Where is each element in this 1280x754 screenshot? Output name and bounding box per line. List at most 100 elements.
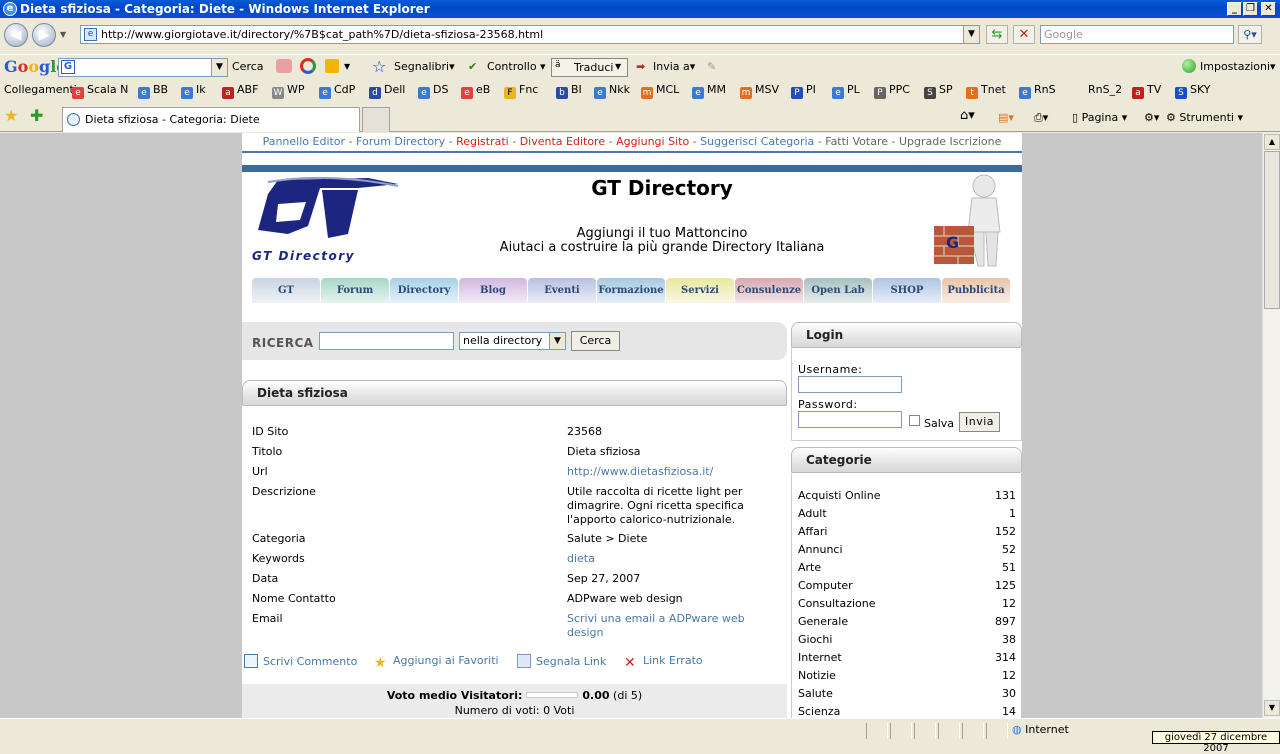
- search-icon[interactable]: ⚲▾: [1238, 25, 1262, 44]
- link-item[interactable]: e PL: [832, 83, 860, 99]
- link-errato[interactable]: ✕ Link Errato: [624, 654, 703, 670]
- segnalibri-button[interactable]: Segnalibri▾: [394, 60, 455, 73]
- link-item[interactable]: m MCL: [641, 83, 679, 99]
- menu-item[interactable]: Consulenze: [735, 278, 803, 303]
- login-submit-button[interactable]: Invia: [959, 412, 1000, 432]
- invia-button[interactable]: Invia a▾: [653, 60, 695, 73]
- link-item[interactable]: b BI: [556, 83, 582, 99]
- category-item[interactable]: Notizie 12: [798, 669, 1016, 682]
- tab-current[interactable]: Dieta sfiziosa - Categoria: Diete: [62, 107, 360, 132]
- home-icon[interactable]: ⌂▾: [960, 108, 975, 123]
- link-item[interactable]: t Tnet: [966, 83, 1006, 99]
- link-suggerisci-categoria[interactable]: Suggerisci Categoria: [700, 135, 814, 148]
- category-item[interactable]: Annunci 52: [798, 543, 1016, 556]
- controllo-button[interactable]: Controllo ▾: [487, 60, 546, 73]
- pagina-menu[interactable]: ▯ Pagina ▾: [1072, 111, 1127, 124]
- link-item[interactable]: S SP: [924, 83, 953, 99]
- category-item[interactable]: Giochi 38: [798, 633, 1016, 646]
- directory-search-input[interactable]: [319, 332, 454, 350]
- vertical-scrollbar[interactable]: ▲ ▼: [1262, 133, 1280, 718]
- keyword-link[interactable]: dieta: [567, 552, 762, 566]
- link-item[interactable]: e Scala N: [72, 83, 128, 99]
- forward-button[interactable]: ▶: [32, 23, 56, 47]
- menu-item[interactable]: GT: [252, 278, 320, 303]
- traduci-dropdown-icon[interactable]: ▼: [615, 62, 621, 71]
- news-icon[interactable]: [276, 59, 292, 73]
- link-upgrade[interactable]: Upgrade Iscrizione: [899, 135, 1001, 148]
- password-field[interactable]: [798, 411, 902, 428]
- stop-button[interactable]: ✕: [1013, 25, 1035, 44]
- scrivi-commento-link[interactable]: Scrivi Commento: [244, 654, 357, 668]
- category-item[interactable]: Affari 152: [798, 525, 1016, 538]
- link-item[interactable]: e CdP: [319, 83, 355, 99]
- link-item[interactable]: m MSV: [740, 83, 779, 99]
- minimize-button[interactable]: _: [1227, 2, 1242, 16]
- link-item[interactable]: F Fnc: [504, 83, 538, 99]
- link-item[interactable]: e MM: [692, 83, 726, 99]
- menu-item[interactable]: Forum: [321, 278, 389, 303]
- menu-item[interactable]: Servizi: [666, 278, 734, 303]
- link-pannello-editor[interactable]: Pannello Editor: [263, 135, 345, 148]
- site-url-link[interactable]: http://www.dietasfiziosa.it/: [567, 465, 762, 479]
- link-item[interactable]: e DS: [418, 83, 448, 99]
- address-bar[interactable]: e http://www.giorgiotave.it/directory/%7…: [80, 25, 980, 44]
- close-button[interactable]: ✕: [1261, 2, 1276, 16]
- traduci-button[interactable]: ä Traduci ▼: [551, 58, 628, 77]
- username-field[interactable]: [798, 376, 902, 393]
- link-item[interactable]: e Nkk: [594, 83, 630, 99]
- back-button[interactable]: ◀: [4, 23, 28, 47]
- refresh-button[interactable]: ⇆: [986, 25, 1008, 44]
- scope-dropdown-icon[interactable]: ▼: [549, 333, 565, 349]
- category-item[interactable]: Adult 1: [798, 507, 1016, 520]
- window-title-bar[interactable]: e Dieta sfiziosa - Categoria: Diete - Wi…: [0, 0, 1280, 18]
- link-diventa-editore[interactable]: Diventa Editore: [520, 135, 605, 148]
- feeds-icon[interactable]: ▤▾: [998, 111, 1014, 124]
- safety-icon[interactable]: ⚙▾: [1144, 111, 1159, 124]
- aggiungi-favoriti-link[interactable]: ★ Aggiungi ai Favoriti: [374, 654, 499, 670]
- link-forum-directory[interactable]: Forum Directory: [356, 135, 445, 148]
- category-item[interactable]: Scienza 14: [798, 705, 1016, 718]
- maximize-button[interactable]: ❐: [1243, 2, 1258, 16]
- picasa-icon[interactable]: [300, 58, 316, 74]
- link-item[interactable]: d Dell: [369, 83, 405, 99]
- history-dropdown-icon[interactable]: ▼: [60, 30, 66, 39]
- category-item[interactable]: Computer 125: [798, 579, 1016, 592]
- category-item[interactable]: Acquisti Online 131: [798, 489, 1016, 502]
- impostazioni-button[interactable]: Impostazioni▾: [1200, 60, 1276, 73]
- strumenti-menu[interactable]: ⚙ Strumenti ▾: [1166, 111, 1243, 124]
- link-registrati[interactable]: Registrati: [456, 135, 509, 148]
- segnala-link[interactable]: Segnala Link: [517, 654, 606, 668]
- google-cerca-button[interactable]: Cerca: [232, 60, 264, 73]
- more-dropdown-icon[interactable]: ▼: [344, 62, 350, 71]
- new-tab-button[interactable]: [362, 107, 390, 132]
- email-link[interactable]: Scrivi una email a ADPware web design: [567, 612, 762, 640]
- category-item[interactable]: Consultazione 12: [798, 597, 1016, 610]
- link-fatti-votare[interactable]: Fatti Votare: [825, 135, 888, 148]
- link-item[interactable]: e Ik: [181, 83, 206, 99]
- pencil-icon[interactable]: ✎: [707, 60, 716, 73]
- link-item[interactable]: a TV: [1132, 83, 1161, 99]
- menu-item[interactable]: SHOP: [873, 278, 941, 303]
- search-input[interactable]: Google: [1040, 25, 1234, 44]
- category-item[interactable]: Salute 30: [798, 687, 1016, 700]
- category-item[interactable]: Arte 51: [798, 561, 1016, 574]
- gt-logo[interactable]: GT Directory: [248, 174, 399, 266]
- link-item[interactable]: e RnS: [1019, 83, 1056, 99]
- link-item[interactable]: a ABF: [222, 83, 258, 99]
- link-item[interactable]: e BB: [138, 83, 168, 99]
- security-zone[interactable]: ◍ Internet: [1012, 723, 1069, 736]
- link-item[interactable]: W WP: [272, 83, 305, 99]
- link-item[interactable]: P PI: [791, 83, 816, 99]
- search-button[interactable]: Cerca: [571, 331, 620, 351]
- menu-item[interactable]: Eventi: [528, 278, 596, 303]
- print-icon[interactable]: ⎙▾: [1034, 111, 1048, 125]
- category-item[interactable]: Generale 897: [798, 615, 1016, 628]
- link-item[interactable]: P PPC: [874, 83, 910, 99]
- menu-item[interactable]: Formazione: [597, 278, 665, 303]
- menu-item[interactable]: Pubblicita: [942, 278, 1010, 303]
- search-scope-select[interactable]: nella directory ▼: [459, 332, 566, 350]
- favorites-star-icon[interactable]: ★: [4, 106, 18, 125]
- menu-item[interactable]: Open Lab: [804, 278, 872, 303]
- scroll-up-icon[interactable]: ▲: [1264, 134, 1280, 150]
- google-search-input[interactable]: G ▼: [58, 58, 228, 77]
